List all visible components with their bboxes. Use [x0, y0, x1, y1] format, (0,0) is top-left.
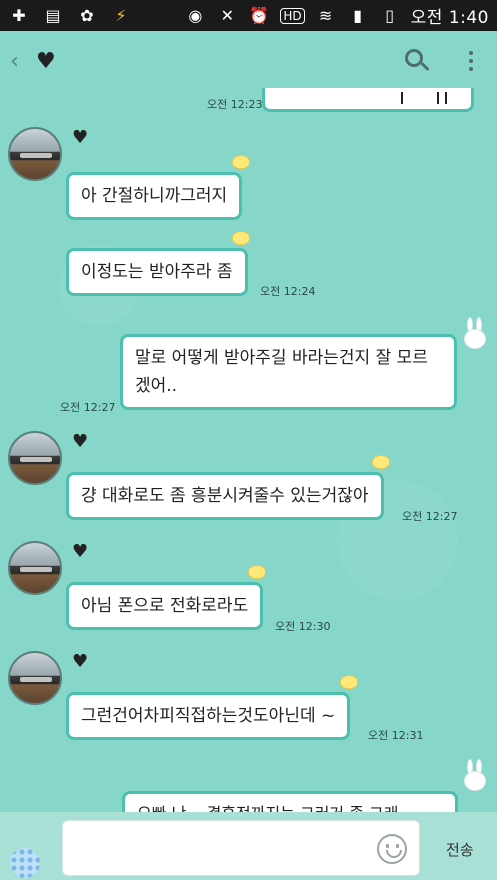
message-time: 오전 12:23	[207, 98, 263, 111]
message-bubble-received: 이정도는 받아주라 좀	[66, 248, 248, 296]
avatar[interactable]	[8, 431, 62, 485]
bunny-sticker-icon	[462, 759, 488, 793]
clock: 오전 1:40	[410, 8, 489, 28]
avatar[interactable]	[8, 127, 62, 181]
signal-icon: ▮	[353, 6, 363, 25]
message-time: 오전 12:31	[368, 729, 424, 742]
message-bubble-sent: 말로 어떻게 받아주길 바라는건지 잘 모르겠어..	[120, 334, 457, 410]
heart-icon: ♥	[72, 431, 89, 452]
message-time: 오전 12:27	[60, 401, 116, 414]
flower-icon: ✿	[80, 6, 94, 25]
chat-screen: ‹ ♥ 오전 12:23 ♥ 아 간절하니까그러지 이정도는 받아주라 좀 오전…	[0, 31, 497, 880]
attach-icon[interactable]	[10, 848, 40, 878]
message-bubble-sent	[262, 88, 474, 112]
more-options-icon[interactable]	[469, 51, 473, 71]
chick-sticker-icon	[232, 231, 250, 245]
message-time: 오전 12:30	[275, 620, 331, 633]
heart-icon: ♥	[72, 127, 89, 148]
heart-icon: ♥	[36, 48, 56, 74]
message-bubble-received: 아 간절하니까그러지	[66, 172, 243, 220]
message-bubble-received: 걍 대화로도 좀 흥분시켜줄수 있는거잖아	[66, 472, 384, 520]
battery-icon: ▯	[385, 6, 395, 25]
send-button[interactable]: 전송	[446, 839, 474, 860]
chick-sticker-icon	[372, 455, 390, 469]
add-notification-icon: ✚	[12, 6, 26, 25]
back-button[interactable]: ‹	[10, 49, 30, 74]
heart-icon: ♥	[72, 651, 89, 672]
chick-sticker-icon	[248, 565, 266, 579]
avatar[interactable]	[8, 541, 62, 595]
alarm-icon: ⏰	[249, 6, 270, 25]
chick-sticker-icon	[232, 155, 250, 169]
avatar[interactable]	[8, 651, 62, 705]
message-time: 오전 12:24	[260, 285, 316, 298]
hd-badge: HD	[280, 7, 305, 24]
mute-icon: ✕	[220, 6, 235, 25]
sheet-app-icon: ▤	[45, 6, 61, 25]
bolt-icon: ⚡	[115, 6, 127, 25]
heart-icon: ♥	[72, 541, 89, 562]
chat-header: ‹ ♥	[0, 31, 497, 91]
search-icon[interactable]	[403, 47, 431, 75]
status-bar: ✚ ▤ ✿ ⚡ ◉ ✕ ⏰ HD ≋ ▮ ▯ 오전 1:40	[0, 0, 497, 31]
message-time: 오전 12:27	[402, 510, 458, 523]
bunny-sticker-icon	[462, 317, 488, 351]
eye-icon: ◉	[188, 6, 203, 25]
message-bubble-received: 그런건어차피직접하는것도아닌데 ~	[66, 692, 351, 740]
message-input[interactable]	[62, 820, 420, 876]
message-bubble-received: 아님 폰으로 전화로라도	[66, 582, 264, 630]
emoticon-icon[interactable]	[377, 834, 407, 864]
chick-sticker-icon	[340, 675, 358, 689]
message-input-bar: 전송	[0, 812, 497, 880]
wifi-icon: ≋	[318, 6, 333, 25]
